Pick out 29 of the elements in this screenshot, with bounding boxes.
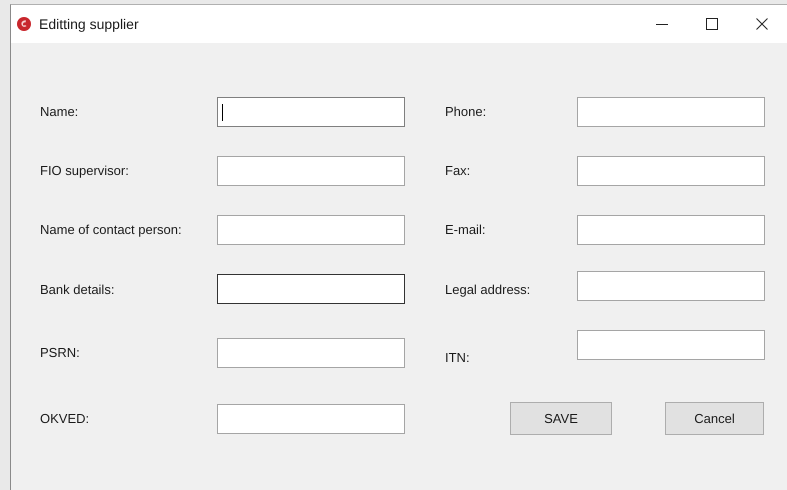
field-label: Name: xyxy=(40,104,80,119)
maximize-icon[interactable] xyxy=(706,18,718,30)
input-field[interactable] xyxy=(577,96,765,126)
input-field[interactable] xyxy=(577,214,765,244)
field-label: Name of contact person: xyxy=(40,222,183,237)
field-label: OKVED: xyxy=(40,411,90,426)
input-field[interactable] xyxy=(577,156,765,186)
input-field[interactable] xyxy=(577,271,765,301)
input-field[interactable] xyxy=(217,338,405,368)
field-label: Phone: xyxy=(445,104,488,119)
dialog-button[interactable]: SAVE xyxy=(510,402,612,435)
app-logo-icon xyxy=(17,17,31,31)
field-label: Legal address: xyxy=(445,282,532,296)
field-label: Fax: xyxy=(445,163,472,178)
close-icon[interactable] xyxy=(756,18,768,30)
input-field[interactable] xyxy=(217,156,405,186)
field-label: PSRN: xyxy=(40,345,81,360)
text-cursor xyxy=(222,104,223,120)
field-label: ITN: xyxy=(445,350,471,365)
field-label: E-mail: xyxy=(445,222,486,237)
input-field[interactable] xyxy=(577,330,765,360)
input-field[interactable] xyxy=(217,96,405,126)
input-field[interactable] xyxy=(217,214,405,244)
field-label: FIO supervisor: xyxy=(40,163,130,178)
input-field[interactable] xyxy=(217,274,405,304)
dialog-button[interactable]: Cancel xyxy=(665,402,764,435)
window-title: Editting supplier xyxy=(39,16,140,32)
input-field[interactable] xyxy=(217,404,405,434)
field-label: Bank details: xyxy=(40,282,116,296)
